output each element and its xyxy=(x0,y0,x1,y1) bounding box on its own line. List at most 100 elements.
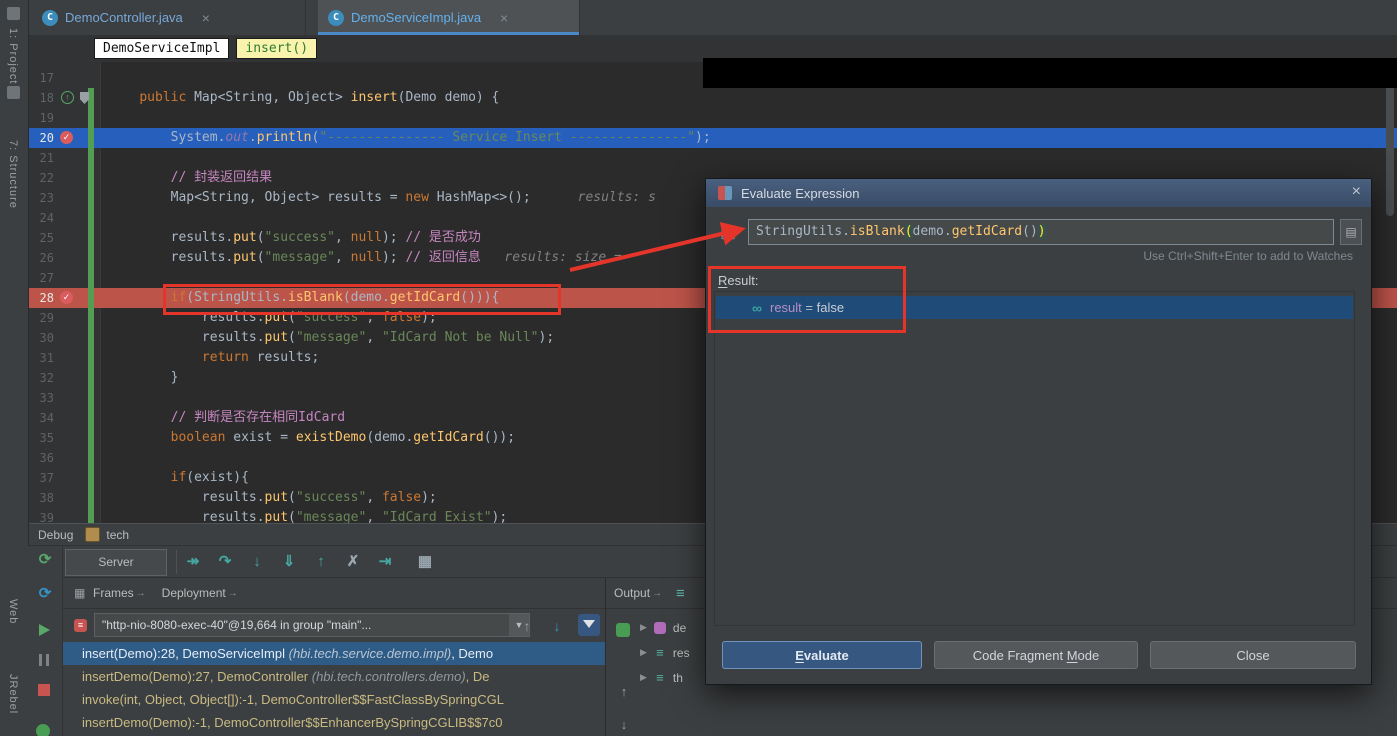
stack-frame-row[interactable]: insertDemo(Demo):27, DemoController (hbi… xyxy=(62,665,605,688)
pause-icon[interactable] xyxy=(39,654,49,666)
sidebar-item-structure[interactable]: 7: Structure xyxy=(7,140,19,209)
rerun-icon[interactable]: ⟳ xyxy=(37,552,53,568)
scroll-up-icon[interactable]: ↑ xyxy=(616,684,632,700)
line-number: 36 xyxy=(28,448,54,468)
run-to-cursor-icon[interactable]: ⇥ xyxy=(374,552,396,572)
dialog-title-bar[interactable]: Evaluate Expression × xyxy=(706,179,1371,207)
evaluate-button[interactable]: Evaluate xyxy=(722,641,922,669)
gutter-row: 30 xyxy=(28,328,100,348)
expand-arrow-icon[interactable]: ▶ xyxy=(640,647,647,658)
thread-label: "http-nio-8080-exec-40"@19,664 in group … xyxy=(102,618,371,632)
step-into-icon[interactable]: ↓ xyxy=(246,552,268,572)
variable-label: res xyxy=(673,646,690,660)
gutter-row: 39 xyxy=(28,508,100,523)
line-number: 23 xyxy=(28,188,54,208)
expand-editor-icon[interactable]: ▤ xyxy=(1340,219,1362,245)
gutter: 1718↑1920✓2122232425262728✓2930313233343… xyxy=(28,62,100,523)
stack-frames-list: insert(Demo):28, DemoServiceImpl (hbi.te… xyxy=(62,642,605,736)
gutter-row: 35 xyxy=(28,428,100,448)
code-fragment-mode-button[interactable]: Code Fragment Mode xyxy=(934,641,1138,669)
breakpoint-icon[interactable]: ✓ xyxy=(60,291,73,304)
tab-frames[interactable]: Frames xyxy=(93,586,134,600)
code-line[interactable]: System.out.println("--------------- Serv… xyxy=(108,128,1397,148)
editor-scrollbar[interactable] xyxy=(1386,66,1394,216)
debug-panel-title: Debug xyxy=(38,528,73,542)
tab-server[interactable]: Server xyxy=(65,549,167,576)
tab-deployment[interactable]: Deployment xyxy=(162,586,226,600)
stack-frame-row[interactable]: insert(Demo):28, DemoServiceImpl (hbi.te… xyxy=(62,642,605,665)
tool-window-stripe: 1: Project 7: Structure Web JRebel xyxy=(0,0,29,736)
tab-demoserviceimpl[interactable]: C DemoServiceImpl.java × xyxy=(318,0,580,35)
expression-input[interactable]: StringUtils.isBlank(demo.getIdCard()) xyxy=(748,219,1334,245)
tab-arrow-icon: → xyxy=(652,588,662,599)
frames-icon: ▦ xyxy=(74,587,86,599)
line-number: 17 xyxy=(28,68,54,88)
close-icon[interactable]: × xyxy=(1352,183,1361,201)
thread-status-icon: ≡ xyxy=(74,619,87,632)
thread-dropdown[interactable]: "http-nio-8080-exec-40"@19,664 in group … xyxy=(94,613,530,637)
evaluate-expression-icon[interactable]: ▦ xyxy=(414,552,436,572)
tab-democontroller[interactable]: C DemoController.java × xyxy=(32,0,306,35)
code-line[interactable]: public Map<String, Object> insert(Demo d… xyxy=(108,88,1397,108)
breadcrumb-method[interactable]: insert() xyxy=(236,38,317,59)
gutter-row: 29 xyxy=(28,308,100,328)
force-step-into-icon[interactable]: ⇓ xyxy=(278,552,300,572)
variable-label: de xyxy=(673,621,686,635)
line-number: 25 xyxy=(28,228,54,248)
drop-frame-icon[interactable]: ✗ xyxy=(342,552,364,572)
dialog-title: Evaluate Expression xyxy=(741,186,860,201)
line-number: 19 xyxy=(28,108,54,128)
line-number: 38 xyxy=(28,488,54,508)
output-settings-icon[interactable] xyxy=(616,623,630,637)
tab-label: DemoController.java xyxy=(65,10,183,25)
resume-icon[interactable] xyxy=(39,624,50,636)
expand-arrow-icon[interactable]: ▶ xyxy=(640,622,647,633)
close-button[interactable]: Close xyxy=(1150,641,1356,669)
sidebar-item-jrebel[interactable]: JRebel xyxy=(7,674,19,714)
breakpoint-icon[interactable]: ✓ xyxy=(60,131,73,144)
code-line[interactable] xyxy=(108,148,1397,168)
close-icon[interactable]: × xyxy=(202,10,210,26)
sidebar-item-project[interactable]: 1: Project xyxy=(7,28,19,84)
previous-frame-icon[interactable]: ↑ xyxy=(518,617,536,635)
result-row[interactable]: ∞ result = false xyxy=(716,296,1353,319)
stack-frame-row[interactable]: insertDemo(Demo):-1, DemoController$$Enh… xyxy=(62,711,605,734)
step-over-icon[interactable]: ↷ xyxy=(214,552,236,572)
override-marker-icon[interactable]: ↑ xyxy=(61,91,74,104)
expand-arrow-icon[interactable]: ▶ xyxy=(640,672,647,683)
breadcrumb-class[interactable]: DemoServiceImpl xyxy=(94,38,229,59)
close-icon[interactable]: × xyxy=(500,10,508,26)
window-icon[interactable] xyxy=(7,86,20,99)
sidebar-item-web[interactable]: Web xyxy=(7,599,19,624)
line-number: 33 xyxy=(28,388,54,408)
show-execution-point-icon[interactable]: ↠ xyxy=(182,552,204,572)
line-number: 39 xyxy=(28,508,54,523)
line-number: 31 xyxy=(28,348,54,368)
step-out-icon[interactable]: ↑ xyxy=(310,552,332,572)
output-menu-icon[interactable]: ≡ xyxy=(676,585,685,602)
line-number: 30 xyxy=(28,328,54,348)
line-number: 28 xyxy=(28,288,54,308)
tab-output[interactable]: Output xyxy=(614,586,650,600)
status-dot-icon[interactable] xyxy=(36,724,50,736)
refresh-icon[interactable]: ⟳ xyxy=(37,586,53,602)
result-name: result xyxy=(770,300,802,315)
gutter-row: 18↑ xyxy=(28,88,100,108)
bookmark-icon xyxy=(80,92,89,104)
evaluate-expression-dialog: Evaluate Expression × ▦ StringUtils.isBl… xyxy=(705,178,1372,685)
stop-icon[interactable] xyxy=(38,684,50,696)
gutter-row: 34 xyxy=(28,408,100,428)
menu-icon[interactable] xyxy=(7,7,20,20)
variable-label: th xyxy=(673,671,683,685)
watch-icon: ∞ xyxy=(752,300,762,316)
result-tree[interactable]: ∞ result = false xyxy=(714,291,1355,626)
expression-icon: ▦ xyxy=(720,223,738,241)
debug-side-toolbar: ⟳ ⟳ xyxy=(28,546,63,736)
filter-icon[interactable] xyxy=(578,614,600,636)
code-line[interactable] xyxy=(108,108,1397,128)
scroll-down-icon[interactable]: ↓ xyxy=(616,717,632,733)
stack-frame-row[interactable]: invoke(int, Object, Object[]):-1, DemoCo… xyxy=(62,688,605,711)
gutter-row: 19 xyxy=(28,108,100,128)
line-number: 26 xyxy=(28,248,54,268)
next-frame-icon[interactable]: ↓ xyxy=(548,617,566,635)
